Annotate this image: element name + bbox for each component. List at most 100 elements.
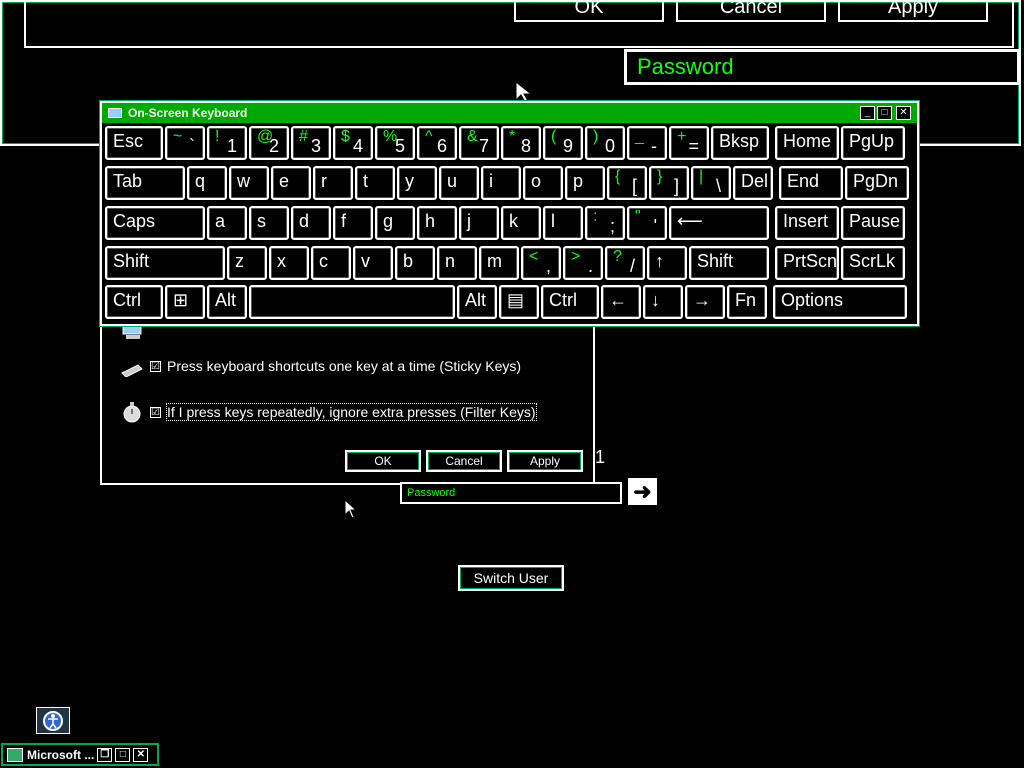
key-1[interactable]: ! 1 [207,126,247,160]
key-p[interactable]: p [565,166,605,200]
magnified-password-field[interactable]: Password [624,49,1020,85]
key-Bksp[interactable]: Bksp [711,126,769,160]
taskbar-restore-icon[interactable]: ❐ [97,747,113,762]
key-PgDn[interactable]: PgDn [845,166,909,200]
key-e[interactable]: e [271,166,311,200]
key-m[interactable]: m [479,246,519,280]
key-q[interactable]: q [187,166,227,200]
key-c[interactable]: c [311,246,351,280]
key-shift-label: ~ [173,128,183,145]
key-y[interactable]: y [397,166,437,200]
minimize-icon[interactable]: _ [860,106,875,120]
key-Options[interactable]: Options [773,285,907,319]
sticky-keys-option[interactable]: ☑ Press keyboard shortcuts one key at a … [120,354,521,378]
key-c10229[interactable]: ⟵ [669,206,769,240]
key-5[interactable]: % 5 [375,126,415,160]
key-r[interactable]: r [313,166,353,200]
key-c8593[interactable]: ↑ [647,246,687,280]
key-End[interactable]: End [779,166,843,200]
key-ScrLk[interactable]: ScrLk [841,246,905,280]
key-j[interactable]: j [459,206,499,240]
magnified-ok-button[interactable]: OK [514,0,664,22]
key-c39[interactable]: " ' [627,206,667,240]
magnified-apply-button[interactable]: Apply [838,0,988,22]
apply-button[interactable]: Apply [507,450,583,472]
filter-keys-checkbox[interactable]: ☑ [150,406,161,418]
key-Shift[interactable]: Shift [689,246,769,280]
filter-keys-option[interactable]: ☑ If I press keys repeatedly, ignore ext… [120,400,537,424]
key-Caps[interactable]: Caps [105,206,205,240]
key-c96[interactable]: ~ ` [165,126,205,160]
key-a[interactable]: a [207,206,247,240]
key-w[interactable]: w [229,166,269,200]
key-PrtScn[interactable]: PrtScn [775,246,839,280]
taskbar-maximize-icon[interactable]: □ [115,747,131,762]
key-c8595[interactable]: ↓ [643,285,683,319]
maximize-icon[interactable]: □ [877,106,892,120]
magnified-cancel-button[interactable]: Cancel [676,0,826,22]
key-Fn[interactable]: Fn [727,285,767,319]
key-c59[interactable]: :; [585,206,625,240]
osk-title-bar[interactable]: On-Screen Keyboard [102,103,917,123]
key-PgUp[interactable]: PgUp [841,126,905,160]
password-input[interactable]: Password [400,482,622,504]
key-n[interactable]: n [437,246,477,280]
close-icon[interactable]: ✕ [896,106,911,120]
key-c92[interactable]: | \ [691,166,731,200]
key-c8594[interactable]: → [685,285,725,319]
key-o[interactable]: o [523,166,563,200]
taskbar-window-button[interactable]: Microsoft ... ❐ □ ✕ [1,743,159,766]
key-Insert[interactable]: Insert [775,206,839,240]
key-0[interactable]: ) 0 [585,126,625,160]
key-space[interactable] [249,285,455,319]
key-9[interactable]: (9 [543,126,583,160]
key-Pause[interactable]: Pause [841,206,905,240]
key-Esc[interactable]: Esc [105,126,163,160]
key-c8862[interactable]: ⊞ [165,285,205,319]
key-k[interactable]: k [501,206,541,240]
key-Tab[interactable]: Tab [105,166,185,200]
key-Del[interactable]: Del [733,166,773,200]
key-t[interactable]: t [355,166,395,200]
key-x[interactable]: x [269,246,309,280]
key-u[interactable]: u [439,166,479,200]
key-c9636[interactable]: ▤ [499,285,539,319]
key-b[interactable]: b [395,246,435,280]
key-Shift[interactable]: Shift [105,246,225,280]
key-2[interactable]: @2 [249,126,289,160]
key-g[interactable]: g [375,206,415,240]
key-8[interactable]: * 8 [501,126,541,160]
key-v[interactable]: v [353,246,393,280]
key-c61[interactable]: + = [669,126,709,160]
key-6[interactable]: ^ 6 [417,126,457,160]
key-c47[interactable]: ? / [605,246,645,280]
cancel-button[interactable]: Cancel [426,450,502,472]
key-z[interactable]: z [227,246,267,280]
key-i[interactable]: i [481,166,521,200]
key-Ctrl[interactable]: Ctrl [105,285,163,319]
key-7[interactable]: & 7 [459,126,499,160]
ok-button[interactable]: OK [345,450,421,472]
key-s[interactable]: s [249,206,289,240]
sticky-keys-checkbox[interactable]: ☑ [150,360,161,372]
key-3[interactable]: #3 [291,126,331,160]
key-c44[interactable]: <, [521,246,561,280]
key-h[interactable]: h [417,206,457,240]
switch-user-button[interactable]: Switch User [458,565,564,591]
key-f[interactable]: f [333,206,373,240]
key-l[interactable]: l [543,206,583,240]
key-Ctrl[interactable]: Ctrl [541,285,599,319]
submit-arrow-button[interactable]: ➜ [628,478,657,505]
taskbar-close-icon[interactable]: ✕ [133,747,149,762]
key-4[interactable]: $4 [333,126,373,160]
key-c93[interactable]: }] [649,166,689,200]
key-c46[interactable]: >. [563,246,603,280]
key-Alt[interactable]: Alt [207,285,247,319]
key-Alt[interactable]: Alt [457,285,497,319]
ease-of-access-icon[interactable] [36,707,70,734]
key-c45[interactable]: _ - [627,126,667,160]
key-c8592[interactable]: ← [601,285,641,319]
key-d[interactable]: d [291,206,331,240]
key-c91[interactable]: {[ [607,166,647,200]
key-Home[interactable]: Home [775,126,839,160]
